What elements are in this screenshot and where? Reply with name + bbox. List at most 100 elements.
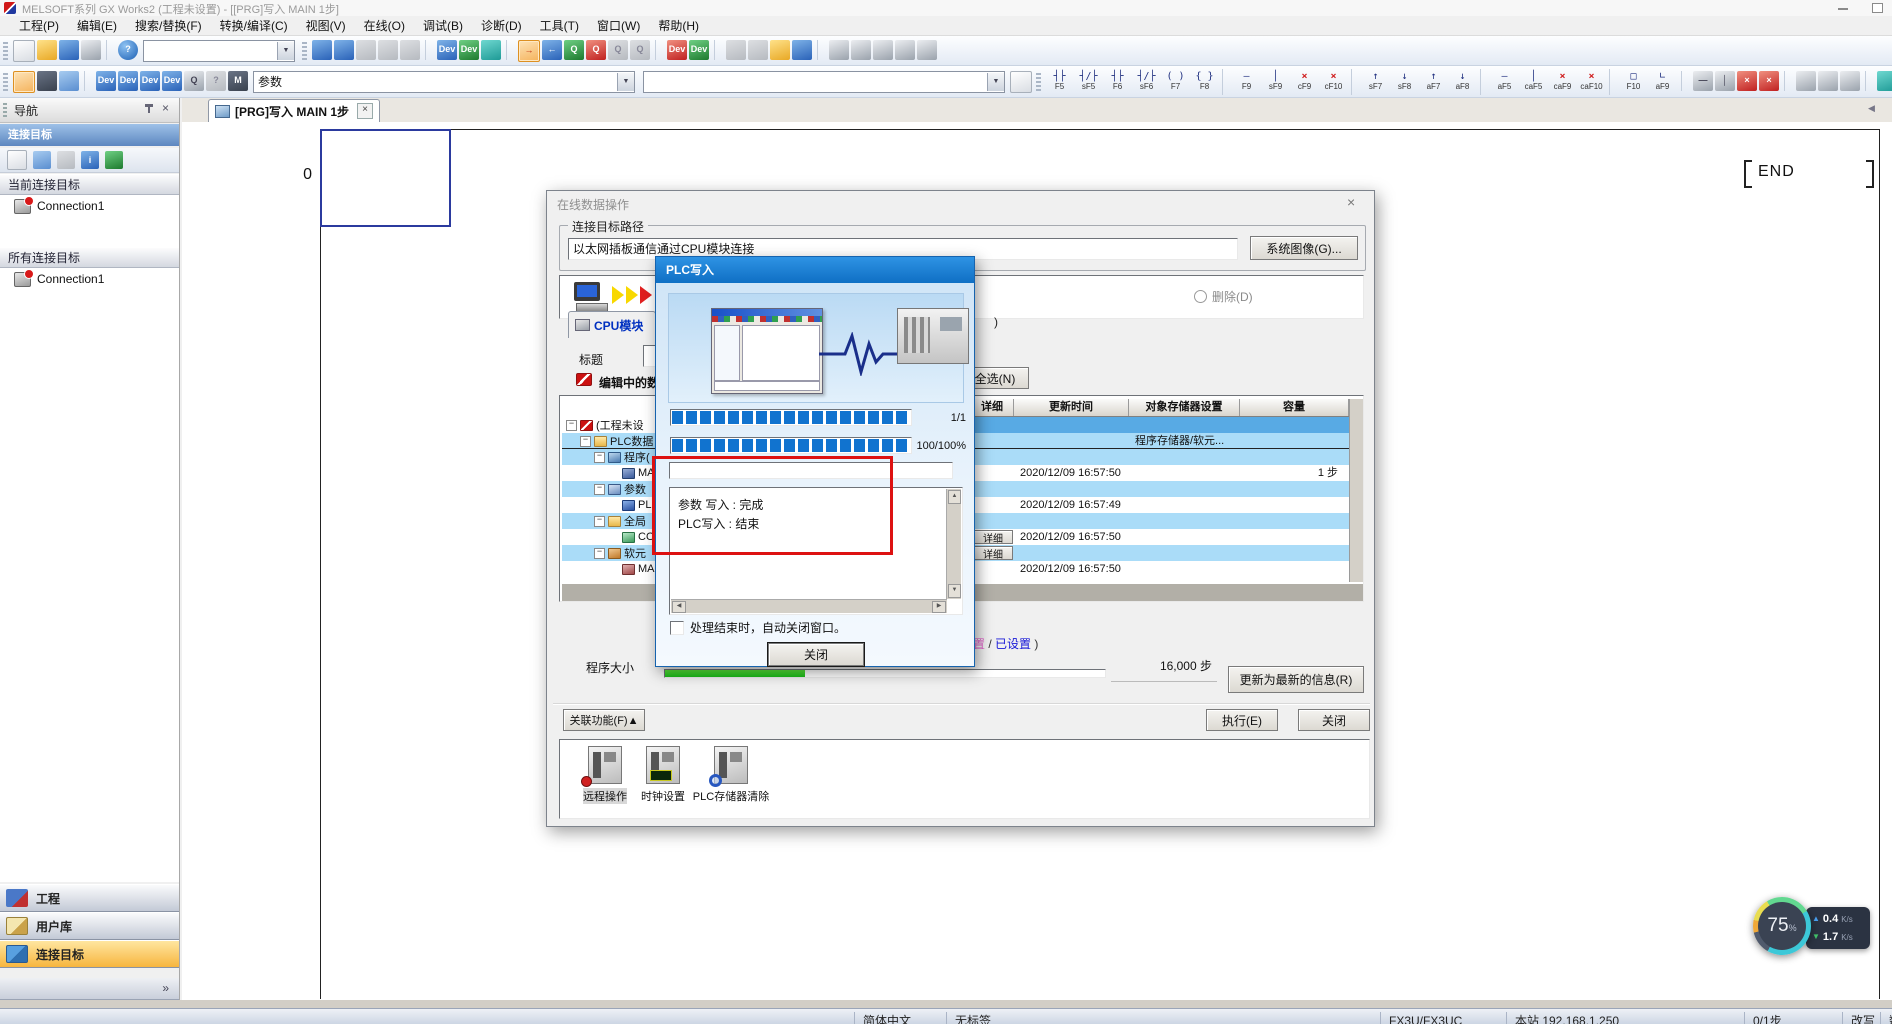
menu-item[interactable]: 视图(V) bbox=[297, 15, 355, 36]
horizontal-scrollbar[interactable]: ◀ ▶ bbox=[671, 599, 947, 613]
ladder-symbol-button[interactable]: ∟aF9 bbox=[1649, 69, 1676, 95]
device-batch-icon[interactable]: Dev bbox=[140, 71, 160, 91]
watch-start-icon[interactable]: Q bbox=[608, 40, 628, 60]
table-row[interactable] bbox=[971, 513, 1349, 529]
ladder-symbol-button[interactable]: │caF5 bbox=[1520, 69, 1547, 95]
read-from-plc-icon[interactable]: ← bbox=[542, 40, 562, 60]
rung-delete-icon[interactable]: × bbox=[1759, 71, 1779, 91]
ladder-branch-icon-2[interactable] bbox=[851, 40, 871, 60]
outline-window-icon[interactable] bbox=[59, 71, 79, 91]
project-combo[interactable]: ▼ bbox=[143, 40, 295, 62]
ladder-symbol-button[interactable]: ↑sF7 bbox=[1362, 69, 1389, 95]
ladder-symbol-button[interactable]: ┤/├sF5 bbox=[1075, 69, 1102, 95]
minimize-icon[interactable] bbox=[1838, 8, 1848, 10]
toolbar-separator[interactable] bbox=[817, 40, 824, 60]
menu-item[interactable]: 在线(O) bbox=[355, 15, 414, 36]
redo-icon[interactable] bbox=[400, 40, 420, 60]
help-grey-icon[interactable]: ? bbox=[206, 71, 226, 91]
ladder-symbol-button[interactable]: ×cF9 bbox=[1291, 69, 1318, 95]
print-icon[interactable] bbox=[81, 40, 101, 60]
table-row[interactable]: 2020/12/09 16:57:50 bbox=[971, 561, 1349, 577]
device-memory-icon[interactable]: Dev bbox=[667, 40, 687, 60]
scroll-down-icon[interactable]: ▼ bbox=[948, 584, 961, 598]
ladder-symbol-button[interactable] bbox=[1480, 69, 1487, 95]
detail-button[interactable]: 详细 bbox=[973, 530, 1013, 544]
chevron-down-icon[interactable]: ▼ bbox=[277, 42, 294, 60]
ladder-symbol-button[interactable]: ↓aF8 bbox=[1449, 69, 1476, 95]
tab-main-program[interactable]: [PRG]写入 MAIN 1步 × bbox=[208, 99, 380, 122]
ladder-symbol-button[interactable]: ↑aF7 bbox=[1420, 69, 1447, 95]
toolbar-grip[interactable] bbox=[1036, 73, 1041, 91]
ladder-symbol-button[interactable]: —F9 bbox=[1233, 69, 1260, 95]
ladder-branch-icon-5[interactable] bbox=[917, 40, 937, 60]
close-icon[interactable]: × bbox=[1347, 194, 1355, 210]
menu-item[interactable]: 诊断(D) bbox=[472, 15, 531, 36]
message-log[interactable]: 参数 写入 : 完成PLC写入 : 结束 ▲ ▼ ◀ ▶ bbox=[669, 487, 963, 615]
tree-expand-icon[interactable] bbox=[580, 436, 591, 447]
chevron-down-icon[interactable]: ▼ bbox=[617, 73, 634, 91]
module-configuration-icon[interactable] bbox=[37, 71, 57, 91]
parameter-combo[interactable]: 参数▼ bbox=[253, 71, 635, 93]
related-functions-button[interactable]: 关联功能(F)▲ bbox=[563, 709, 645, 731]
toolbar-separator[interactable] bbox=[1865, 71, 1872, 91]
cross-reference-icon[interactable]: M bbox=[228, 71, 248, 91]
scroll-left-icon[interactable]: ◀ bbox=[672, 601, 686, 613]
toolbar-grip[interactable] bbox=[3, 73, 8, 91]
dialog-title-bar[interactable]: 在线数据操作 × bbox=[547, 191, 1374, 215]
toolbar-separator[interactable] bbox=[506, 40, 513, 60]
table-row[interactable] bbox=[971, 481, 1349, 497]
device-write-icon[interactable]: Dev bbox=[437, 40, 457, 60]
ladder-branch-icon-3[interactable] bbox=[873, 40, 893, 60]
menu-item[interactable]: 编辑(E) bbox=[68, 15, 126, 36]
execute-button[interactable]: 执行(E) bbox=[1206, 709, 1278, 731]
menu-item[interactable]: 帮助(H) bbox=[649, 15, 708, 36]
ladder-symbol-button[interactable]: ×caF10 bbox=[1578, 69, 1605, 95]
auto-close-checkbox[interactable]: 处理结束时，自动关闭窗口。 bbox=[670, 619, 846, 636]
ladder-symbol-button[interactable]: ↓sF8 bbox=[1391, 69, 1418, 95]
paste-connection-icon[interactable] bbox=[57, 151, 75, 169]
vertical-scrollbar[interactable]: ▲ ▼ bbox=[946, 489, 961, 599]
ladder-symbol-button[interactable] bbox=[1609, 69, 1616, 95]
line-insert-icon[interactable]: — bbox=[1693, 71, 1713, 91]
device-list-icon[interactable]: Dev bbox=[118, 71, 138, 91]
tree-expand-icon[interactable] bbox=[566, 420, 577, 431]
ladder-symbol-button[interactable]: ┤├F5 bbox=[1046, 69, 1073, 95]
table-row[interactable] bbox=[971, 545, 1349, 561]
paste-icon[interactable] bbox=[356, 40, 376, 60]
monitor-stop-icon[interactable]: Q bbox=[586, 40, 606, 60]
menu-item[interactable]: 工程(P) bbox=[10, 15, 68, 36]
end-instruction[interactable]: END bbox=[1758, 163, 1795, 181]
remote-pc-icon[interactable] bbox=[792, 40, 812, 60]
transfer-setup-icon[interactable] bbox=[748, 40, 768, 60]
ladder-symbol-button[interactable] bbox=[1351, 69, 1358, 95]
ladder-symbol-button[interactable]: ┤/├sF6 bbox=[1133, 69, 1160, 95]
tree-expand-icon[interactable] bbox=[594, 516, 605, 527]
maximize-icon[interactable] bbox=[1872, 3, 1883, 13]
device-display-icon[interactable]: Dev bbox=[162, 71, 182, 91]
copy-icon[interactable] bbox=[334, 40, 354, 60]
device-monitor-icon[interactable]: Dev bbox=[459, 40, 479, 60]
connection-item[interactable]: Connection1 bbox=[0, 268, 179, 290]
close-icon[interactable]: × bbox=[162, 101, 169, 115]
tab-scroll-left-icon[interactable]: ◀ bbox=[1868, 103, 1875, 114]
table-row[interactable] bbox=[971, 449, 1349, 465]
menu-item[interactable]: 转换/编译(C) bbox=[211, 15, 297, 36]
table-row[interactable]: 2020/12/09 16:57:49 bbox=[971, 497, 1349, 513]
dialog-close-button[interactable]: 关闭 bbox=[1298, 709, 1370, 731]
ladder-symbol-button[interactable]: ×caF9 bbox=[1549, 69, 1576, 95]
ladder-branch-icon-1[interactable] bbox=[829, 40, 849, 60]
save-project-icon[interactable] bbox=[59, 40, 79, 60]
refresh-icon[interactable] bbox=[105, 151, 123, 169]
menu-item[interactable]: 窗口(W) bbox=[588, 15, 649, 36]
help-icon[interactable]: ? bbox=[118, 40, 138, 60]
nav-button-project[interactable]: 工程 bbox=[0, 884, 179, 912]
menu-item[interactable]: 工具(T) bbox=[531, 15, 588, 36]
line-delete-icon[interactable]: │ bbox=[1715, 71, 1735, 91]
cut-icon[interactable] bbox=[312, 40, 332, 60]
new-project-icon[interactable] bbox=[13, 40, 35, 62]
ladder-symbol-button[interactable]: { }F8 bbox=[1191, 69, 1218, 95]
nav-expander[interactable]: » bbox=[0, 978, 179, 1000]
tab-close-icon[interactable]: × bbox=[357, 103, 373, 119]
ladder-cursor-cell[interactable] bbox=[320, 129, 451, 227]
monitor-mode-icon[interactable] bbox=[1877, 71, 1892, 91]
